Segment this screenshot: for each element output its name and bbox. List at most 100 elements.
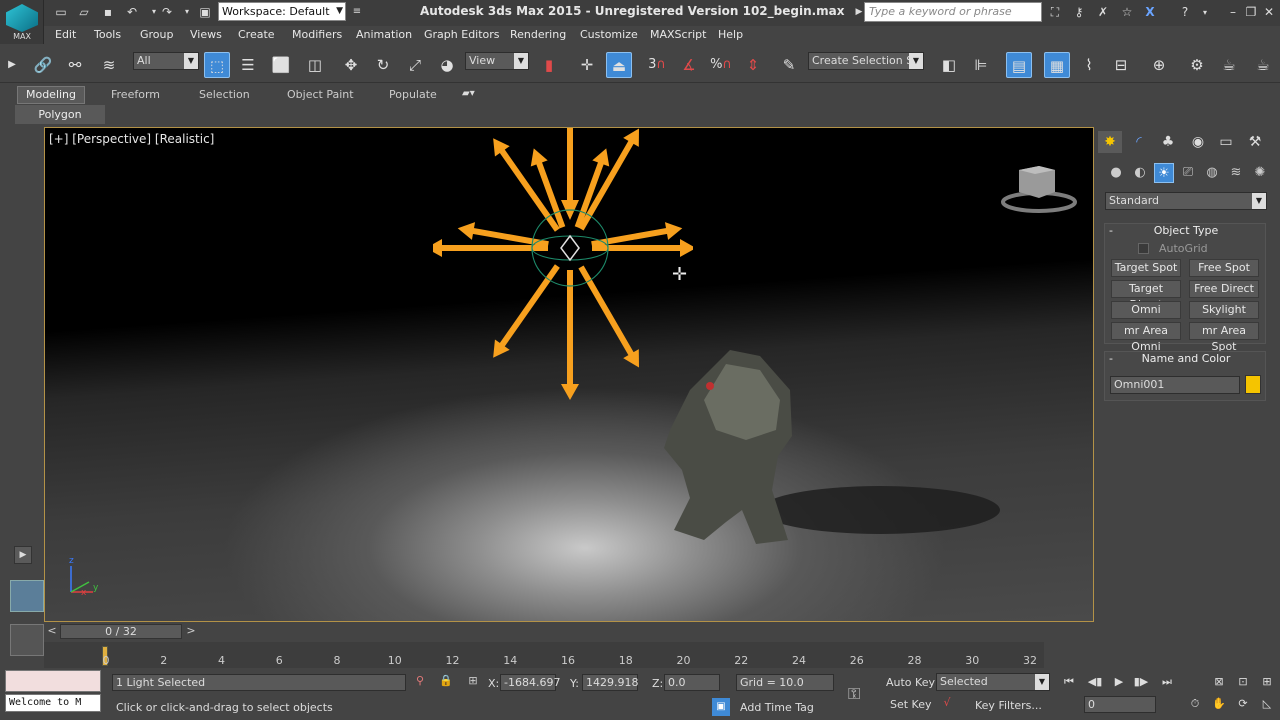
utilities-tab-icon[interactable]: ⚒ [1243, 131, 1267, 153]
z-coordinate-field[interactable]: 0.0 [664, 674, 720, 691]
menu-graph-editors[interactable]: Graph Editors [424, 28, 500, 41]
display-tab-icon[interactable]: ▭ [1214, 131, 1238, 153]
tab-populate[interactable]: Populate [389, 88, 437, 101]
material-editor-icon[interactable]: ⊕ [1146, 52, 1172, 78]
close-icon[interactable]: ✕ [1260, 4, 1278, 21]
object-type-title[interactable]: Object Type [1107, 224, 1265, 238]
align-icon[interactable]: ⊫ [968, 52, 994, 78]
create-tab-icon[interactable]: ✸ [1098, 131, 1122, 153]
percent-snap-icon[interactable]: %∩ [708, 52, 734, 78]
reference-coord-dropdown[interactable]: View ▼ [465, 52, 529, 70]
menu-modifiers[interactable]: Modifiers [292, 28, 342, 41]
orbit-icon[interactable]: ⟳ [1234, 696, 1252, 712]
menu-help[interactable]: Help [718, 28, 743, 41]
menu-customize[interactable]: Customize [580, 28, 638, 41]
exchange-icon[interactable]: X [1141, 4, 1159, 21]
skylight-button[interactable]: Skylight [1189, 301, 1259, 319]
viewport-layout-tab[interactable] [10, 580, 44, 612]
link-icon[interactable]: 🔗 [30, 52, 56, 78]
play-icon[interactable]: ▶ [1110, 674, 1128, 690]
light-category-dropdown[interactable]: Standard ▼ [1105, 192, 1267, 210]
next-frame-icon[interactable]: ▮▶ [1132, 674, 1150, 690]
add-time-tag-button[interactable]: Add Time Tag [740, 701, 814, 714]
perspective-viewport[interactable]: [+] [Perspective] [Realistic] z y x ✛ [44, 127, 1094, 622]
application-button[interactable]: MAX [0, 0, 44, 44]
menu-rendering[interactable]: Rendering [510, 28, 566, 41]
go-to-start-icon[interactable]: ⏮ [1060, 674, 1078, 690]
key-mode-dropdown[interactable]: Selected ▼ [936, 673, 1050, 691]
project-folder-icon[interactable]: ▣ [196, 4, 214, 20]
maxscript-mini-listener[interactable] [5, 670, 101, 692]
omni-button[interactable]: Omni [1111, 301, 1181, 319]
cameras-icon[interactable]: ⎚ [1178, 163, 1198, 183]
restore-icon[interactable]: ❐ [1242, 4, 1260, 21]
minimize-icon[interactable]: – [1224, 4, 1242, 21]
viewcube-icon[interactable] [995, 162, 1085, 214]
mr-area-omni-button[interactable]: mr Area Omni [1111, 322, 1181, 353]
mr-area-spot-button[interactable]: mr Area Spot [1189, 322, 1259, 353]
tab-freeform[interactable]: Freeform [111, 88, 160, 101]
lock-selection-icon[interactable]: 🔒 [438, 674, 454, 690]
edit-named-selection-icon[interactable]: ✎ [776, 52, 802, 78]
expand-panel-icon[interactable]: ▶ [14, 546, 32, 564]
search-input[interactable]: Type a keyword or phrase [864, 2, 1042, 22]
viewport-label[interactable]: [+] [Perspective] [Realistic] [49, 132, 214, 146]
render-setup-icon[interactable]: ⚙ [1184, 52, 1210, 78]
menu-animation[interactable]: Animation [356, 28, 412, 41]
polygon-modeling-panel[interactable]: Polygon Modeling [15, 105, 105, 140]
shapes-icon[interactable]: ◐ [1130, 163, 1150, 183]
rotate-icon[interactable]: ↻ [370, 52, 396, 78]
time-config-icon[interactable]: ⏱ [1186, 696, 1204, 712]
track-bar[interactable] [44, 642, 1044, 668]
field-of-view-icon[interactable]: ◺ [1258, 696, 1276, 712]
favorites-star-icon[interactable]: ☆ [1118, 4, 1136, 21]
curve-editor-icon[interactable]: ⌇ [1076, 52, 1102, 78]
systems-icon[interactable]: ✺ [1250, 163, 1270, 183]
pan-icon[interactable]: ✋ [1210, 696, 1228, 712]
schematic-view-icon[interactable]: ⊟ [1108, 52, 1134, 78]
free-direct-button[interactable]: Free Direct [1189, 280, 1259, 298]
set-key-button[interactable]: Set Key [890, 698, 932, 711]
zoom-extents-icon[interactable]: ⊠ [1210, 674, 1228, 690]
rendered-frame-window-icon[interactable]: ☕ [1216, 52, 1242, 78]
help-dropdown-icon[interactable]: ▾ [1196, 4, 1214, 21]
select-object-icon[interactable]: ⬚ [204, 52, 230, 78]
communication-icon[interactable]: ✗ [1094, 4, 1112, 21]
ribbon-options-icon[interactable]: ▰▾ [462, 88, 488, 102]
unlink-icon[interactable]: ⚯ [62, 52, 88, 78]
maxscript-listener-output[interactable]: Welcome to M [5, 694, 101, 712]
isolate-selection-icon[interactable]: ⚲ [412, 674, 428, 690]
go-to-end-icon[interactable]: ⏭ [1158, 674, 1176, 690]
window-crossing-icon[interactable]: ◫ [302, 52, 328, 78]
workspace-dropdown[interactable]: Workspace: Default ▼ [218, 2, 346, 21]
pivot-center-icon[interactable]: ▮ [536, 52, 562, 78]
menu-group[interactable]: Group [140, 28, 174, 41]
layer-manager-icon[interactable]: ▦ [1044, 52, 1070, 78]
redo-icon[interactable]: ↷ [158, 4, 176, 20]
omni-light-gizmo[interactable] [433, 128, 693, 404]
target-spot-button[interactable]: Target Spot [1111, 259, 1181, 277]
current-frame-field[interactable]: 0 [1084, 696, 1156, 713]
object-color-swatch[interactable] [1245, 375, 1261, 394]
mirror-icon[interactable]: ◧ [936, 52, 962, 78]
spinner-snap-icon[interactable]: ⇕ [740, 52, 766, 78]
open-file-icon[interactable]: ▱ [75, 4, 93, 20]
move-icon[interactable]: ✥ [338, 52, 364, 78]
key-filters-button[interactable]: Key Filters... [975, 699, 1042, 712]
bind-space-warp-icon[interactable]: ≋ [96, 52, 122, 78]
set-key-icon[interactable]: ⚿ [848, 684, 860, 704]
tab-selection[interactable]: Selection [199, 88, 250, 101]
help-icon[interactable]: ? [1176, 4, 1194, 21]
absolute-offset-toggle-icon[interactable]: ⊞ [464, 674, 482, 690]
menu-edit[interactable]: Edit [55, 28, 76, 41]
menu-views[interactable]: Views [190, 28, 222, 41]
tab-modeling[interactable]: Modeling [17, 86, 85, 104]
render-production-icon[interactable]: ☕ [1250, 52, 1276, 78]
prev-frame-button[interactable]: < [44, 624, 60, 640]
target-direct-button[interactable]: Target Direct [1111, 280, 1181, 311]
subscription-key-icon[interactable]: ⚷ [1070, 4, 1088, 21]
viewport-layout-tab-2[interactable] [10, 624, 44, 656]
helpers-icon[interactable]: ◍ [1202, 163, 1222, 183]
robot-model[interactable] [660, 350, 1000, 550]
default-tangents-icon[interactable]: √ [938, 696, 956, 712]
